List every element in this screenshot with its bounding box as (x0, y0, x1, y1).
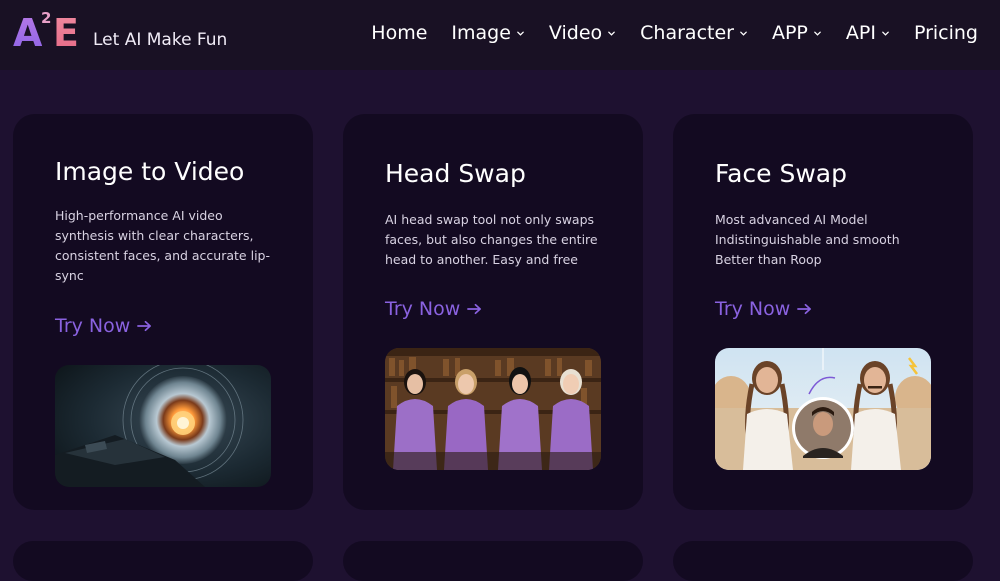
card-thumbnail-vortex[interactable] (55, 365, 271, 487)
card-thumbnail-head-swap[interactable] (385, 348, 601, 470)
nav-item-label: Home (371, 22, 428, 44)
nav-item-label: Image (451, 22, 511, 44)
card-title: Image to Video (55, 157, 245, 186)
feature-card-partial[interactable] (673, 541, 973, 581)
logo-superscript: 2 (41, 9, 52, 27)
nav-item-image[interactable]: Image (451, 20, 525, 46)
main-nav: Home Image Video Character APP API Prici… (371, 20, 978, 46)
nav-item-pricing[interactable]: Pricing (914, 20, 978, 46)
chevron-down-icon (608, 31, 615, 36)
logo-letter-a: A (13, 11, 43, 55)
feature-card-partial[interactable] (343, 541, 643, 581)
arrow-right-icon (467, 303, 482, 315)
try-now-link[interactable]: Try Now (385, 297, 482, 321)
site-header: A 2 E Let AI Make Fun Home Image Video C… (0, 0, 1000, 70)
brand-logo[interactable]: A 2 E (13, 9, 79, 55)
nav-item-label: API (845, 22, 876, 44)
nav-item-api[interactable]: API (846, 20, 890, 46)
feature-card-image-to-video[interactable]: Image to Video High-performance AI video… (13, 114, 313, 510)
nav-item-video[interactable]: Video (549, 20, 616, 46)
nav-item-label: APP (771, 22, 808, 44)
card-description: High-performance AI video synthesis with… (55, 208, 270, 283)
arrow-right-icon (137, 320, 152, 332)
nav-item-character[interactable]: Character (640, 20, 748, 46)
chevron-down-icon (882, 31, 889, 36)
card-title: Head Swap (385, 159, 526, 188)
chevron-down-icon (814, 31, 821, 36)
card-title: Face Swap (715, 159, 847, 188)
arrow-right-icon (797, 303, 812, 315)
try-now-label: Try Now (55, 315, 131, 337)
card-thumbnail-face-swap[interactable] (715, 348, 931, 470)
brand-tagline: Let AI Make Fun (93, 30, 228, 50)
nav-item-app[interactable]: APP (772, 20, 822, 46)
vortex-illustration (55, 365, 271, 487)
feature-card-partial[interactable] (13, 541, 313, 581)
face-swap-illustration (715, 348, 931, 470)
nav-item-label: Character (640, 22, 734, 44)
chevron-down-icon (740, 31, 747, 36)
head-swap-illustration (385, 348, 601, 470)
try-now-link[interactable]: Try Now (715, 297, 812, 321)
nav-item-home[interactable]: Home (371, 20, 427, 46)
try-now-link[interactable]: Try Now (55, 314, 152, 338)
card-description: AI head swap tool not only swaps faces, … (385, 212, 598, 267)
chevron-down-icon (517, 31, 524, 36)
logo-letter-e: E (53, 11, 79, 55)
try-now-label: Try Now (715, 298, 791, 320)
feature-card-face-swap[interactable]: Face Swap Most advanced AI Model Indisti… (673, 114, 973, 510)
try-now-label: Try Now (385, 298, 461, 320)
card-description: Most advanced AI Model Indistinguishable… (715, 212, 900, 267)
nav-item-label: Pricing (913, 22, 978, 44)
nav-item-label: Video (548, 22, 603, 44)
feature-card-head-swap[interactable]: Head Swap AI head swap tool not only swa… (343, 114, 643, 510)
